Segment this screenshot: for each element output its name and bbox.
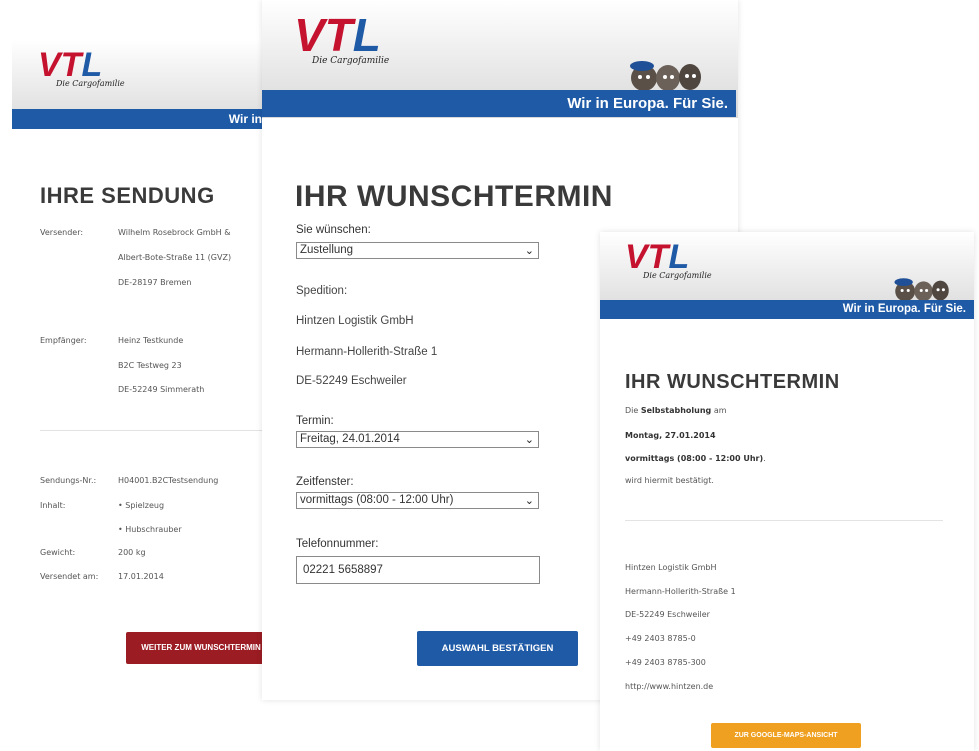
date-select[interactable]: Freitag, 24.01.2014 ⌄ <box>296 431 539 448</box>
time-window-label: Zeitfenster: <box>296 476 354 488</box>
confirmation-date: Montag, 27.01.2014 <box>625 431 716 440</box>
contact-website-link[interactable]: http://www.hintzen.de <box>625 682 713 691</box>
sender-label: Versender: <box>40 228 84 237</box>
sender-line: Wilhelm Rosebrock GmbH & <box>118 228 231 237</box>
dogs-mascot-icon <box>630 61 701 91</box>
header: VTL Die Cargofamilie Wir in Europa. Für … <box>600 232 974 319</box>
recipient-line: DE-52249 Simmerath <box>118 385 205 394</box>
date-label: Termin: <box>296 415 334 427</box>
google-maps-button[interactable]: ZUR GOOGLE-MAPS-ANSICHT <box>711 723 861 748</box>
page-title: IHR WUNSCHTERMIN <box>625 371 840 393</box>
tagline-bar: Wir in <box>12 109 270 129</box>
sender-line: DE-28197 Bremen <box>118 278 192 287</box>
tagline-bar: Wir in Europa. Für Sie. <box>600 300 974 319</box>
contact-company: Hintzen Logistik GmbH <box>625 563 717 572</box>
recipient-line: B2C Testweg 23 <box>118 361 182 370</box>
chevron-down-icon: ⌄ <box>524 245 534 257</box>
page-title: IHR WUNSCHTERMIN <box>295 180 613 213</box>
content-label: Inhalt: <box>40 501 66 510</box>
chevron-down-icon: ⌄ <box>524 434 534 446</box>
vtl-logo: VTL Die Cargofamilie <box>294 9 390 66</box>
sender-line: Albert-Bote-Straße 11 (GVZ) <box>118 253 232 262</box>
phone-input[interactable]: 02221 5658897 <box>296 556 540 584</box>
confirmation-line: Die Selbstabholung am <box>625 406 727 415</box>
screen-appointment-confirmation: VTL Die Cargofamilie Wir in Europa. Für … <box>600 232 974 751</box>
sent-date-value: 17.01.2014 <box>118 572 164 581</box>
continue-to-appointment-button[interactable]: WEITER ZUM WUNSCHTERMIN <box>126 632 276 664</box>
contact-city: DE-52249 Eschweiler <box>625 610 710 619</box>
divider <box>625 520 943 521</box>
recipient-line: Heinz Testkunde <box>118 336 184 345</box>
weight-label: Gewicht: <box>40 548 76 557</box>
confirmation-time: vormittags (08:00 - 12:00 Uhr). <box>625 454 766 463</box>
screen-shipment: VTL Die Cargofamilie Wir in IHRE SENDUNG… <box>12 40 276 720</box>
vtl-logo: VTL Die Cargofamilie <box>625 238 712 280</box>
dogs-mascot-icon <box>894 278 949 302</box>
header: VTL Die Cargofamilie Wir in Europa. Für … <box>262 0 738 118</box>
confirmation-note: wird hiermit bestätigt. <box>625 476 714 485</box>
page-title: IHRE SENDUNG <box>40 183 215 208</box>
content-item: • Spielzeug <box>118 501 165 510</box>
wish-select[interactable]: Zustellung ⌄ <box>296 242 539 259</box>
carrier-name: Hintzen Logistik GmbH <box>296 315 414 327</box>
recipient-label: Empfänger: <box>40 336 87 345</box>
divider <box>40 430 266 431</box>
time-window-select[interactable]: vormittags (08:00 - 12:00 Uhr) ⌄ <box>296 492 539 509</box>
confirm-selection-button[interactable]: AUSWAHL BESTÄTIGEN <box>417 631 578 666</box>
header: VTL Die Cargofamilie Wir in <box>12 40 270 129</box>
carrier-label: Spedition: <box>296 285 348 297</box>
shipment-number-value: H04001.B2CTestsendung <box>118 476 219 485</box>
contact-phone: +49 2403 8785-0 <box>625 634 696 643</box>
contact-fax: +49 2403 8785-300 <box>625 658 706 667</box>
vtl-logo: VTL Die Cargofamilie <box>38 46 125 88</box>
weight-value: 200 kg <box>118 548 146 557</box>
chevron-down-icon: ⌄ <box>524 495 534 507</box>
content-item: • Hubschrauber <box>118 525 182 534</box>
carrier-street: Hermann-Hollerith-Straße 1 <box>296 346 438 358</box>
contact-street: Hermann-Hollerith-Straße 1 <box>625 587 736 596</box>
phone-label: Telefonnummer: <box>296 538 379 550</box>
wish-label: Sie wünschen: <box>296 224 371 236</box>
carrier-city: DE-52249 Eschweiler <box>296 375 407 387</box>
tagline-bar: Wir in Europa. Für Sie. <box>262 90 736 117</box>
shipment-number-label: Sendungs-Nr.: <box>40 476 97 485</box>
sent-date-label: Versendet am: <box>40 572 99 581</box>
